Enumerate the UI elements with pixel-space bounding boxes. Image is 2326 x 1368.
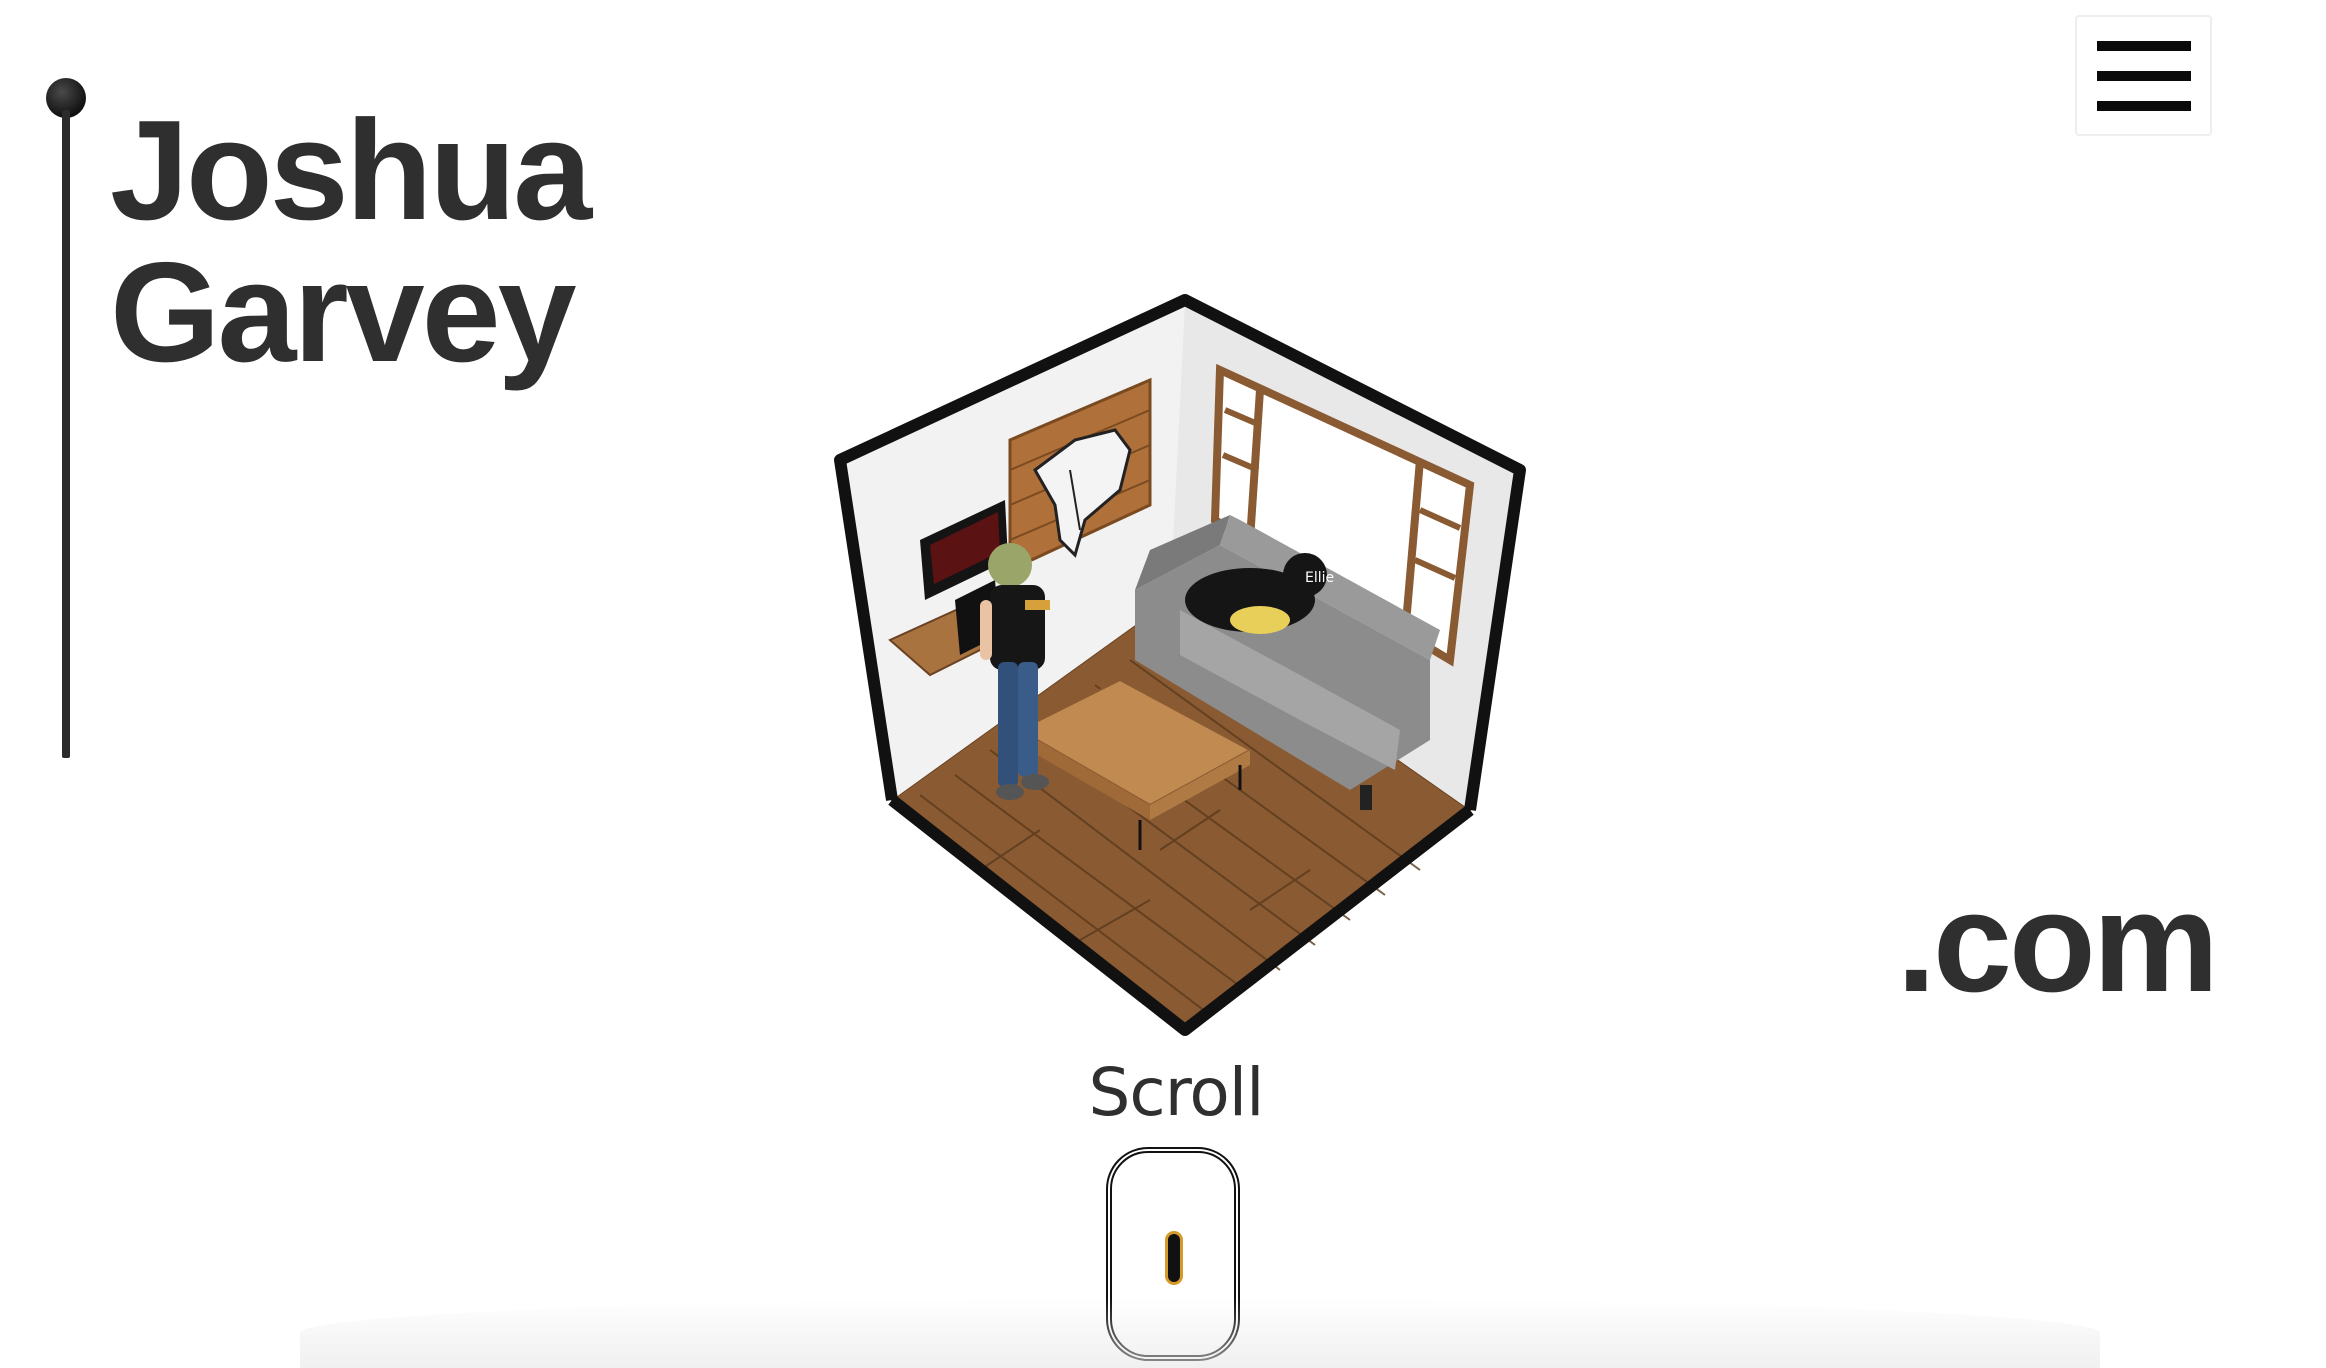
isometric-room-illustration: Ellie bbox=[830, 290, 1530, 1050]
timeline-line bbox=[62, 110, 70, 758]
mouse-wheel-icon bbox=[1165, 1231, 1183, 1285]
site-title-last-name: Garvey bbox=[110, 233, 577, 392]
hamburger-icon-bar-3 bbox=[2096, 100, 2191, 111]
site-title: Joshua Garvey bbox=[110, 91, 592, 392]
scroll-label: Scroll bbox=[1088, 1054, 1265, 1131]
hamburger-icon bbox=[2096, 40, 2191, 51]
hamburger-icon-bar-2 bbox=[2096, 70, 2191, 81]
domain-suffix: .com bbox=[1896, 863, 2219, 1022]
menu-button[interactable] bbox=[2075, 15, 2212, 136]
dog-name-tag: Ellie bbox=[1305, 570, 1334, 586]
bottom-fade bbox=[300, 1298, 2100, 1368]
site-title-first-name: Joshua bbox=[110, 91, 592, 250]
